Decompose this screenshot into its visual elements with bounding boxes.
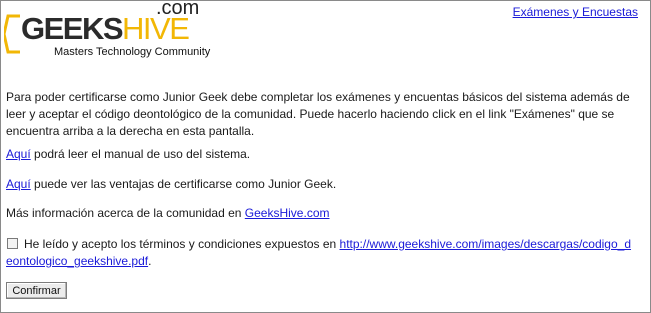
more-info-text: Más información acerca de la comunidad e… xyxy=(6,206,245,220)
logo-tagline: Masters Technology Community xyxy=(54,46,211,58)
logo-dotcom: .com xyxy=(156,0,200,19)
terms-line: He leído y acepto los términos y condici… xyxy=(6,236,636,270)
main-content: Para poder certificarse como Junior Geek… xyxy=(6,89,631,140)
terms-suffix: . xyxy=(148,254,152,268)
confirm-button[interactable]: Confirmar xyxy=(6,282,67,299)
geekshive-logo: GEEKSHIVE .com Masters Technology Commun… xyxy=(4,0,210,64)
benefits-line: Aquí puede ver las ventajas de certifica… xyxy=(6,177,336,191)
hexagon-logo-icon xyxy=(4,14,20,54)
geekshive-link[interactable]: GeeksHive.com xyxy=(245,206,330,220)
manual-text: podrá leer el manual de uso del sistema. xyxy=(30,147,251,161)
manual-line: Aquí podrá leer el manual de uso del sis… xyxy=(6,147,250,161)
more-info-line: Más información acerca de la comunidad e… xyxy=(6,206,330,220)
terms-checkbox[interactable] xyxy=(7,238,18,249)
benefits-text: puede ver las ventajas de certificarse c… xyxy=(30,177,337,191)
benefits-link[interactable]: Aquí xyxy=(6,177,31,191)
exams-surveys-link[interactable]: Exámenes y Encuestas xyxy=(513,5,638,19)
manual-link[interactable]: Aquí xyxy=(6,147,31,161)
terms-text: He leído y acepto los términos y condici… xyxy=(24,237,340,251)
intro-paragraph: Para poder certificarse como Junior Geek… xyxy=(6,90,630,138)
